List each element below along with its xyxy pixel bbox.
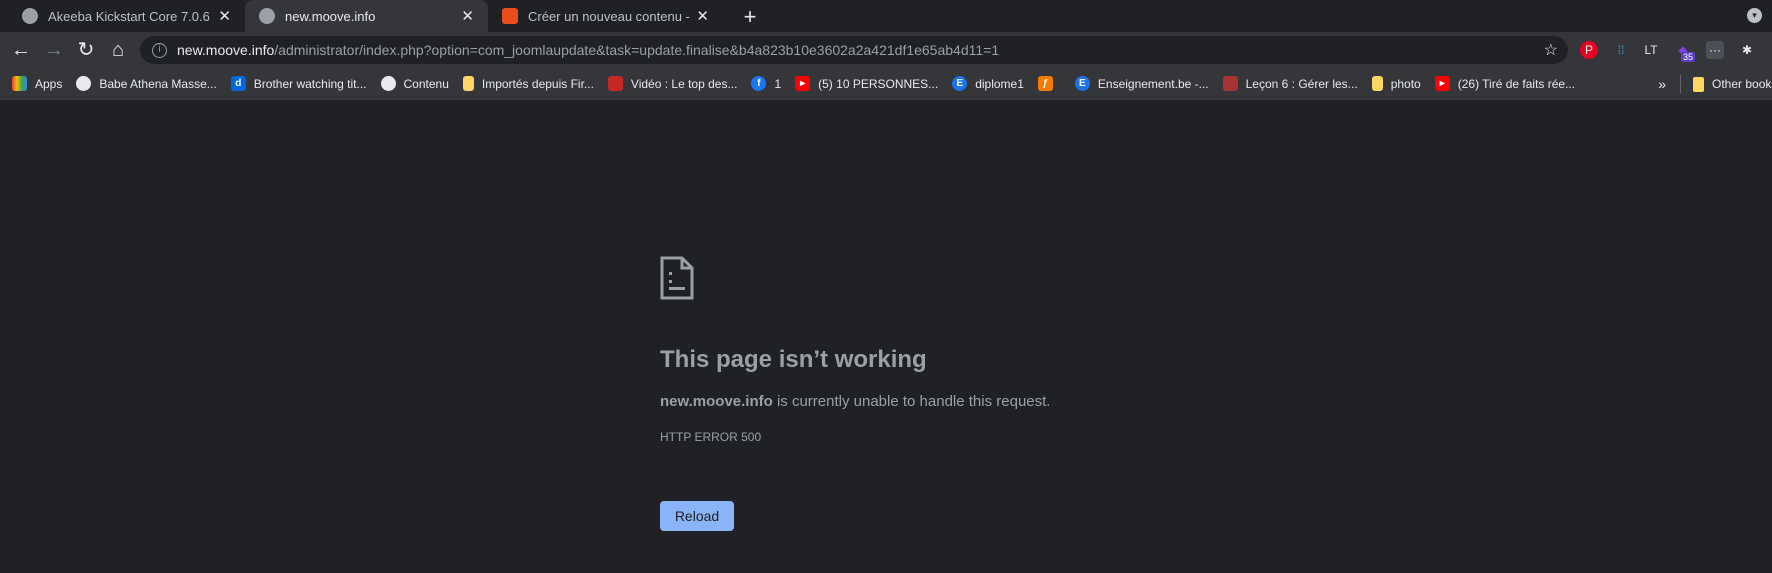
- error-message: is currently unable to handle this reque…: [772, 393, 1051, 410]
- tab-search-icon[interactable]: ▾: [1747, 8, 1762, 23]
- site-icon: [607, 76, 623, 91]
- bookmark-label: Enseignement.be -...: [1097, 76, 1209, 91]
- forward-button[interactable]: →: [42, 38, 66, 62]
- bookmark-label: photo: [1390, 76, 1421, 91]
- bookmarks-overflow: » Other bookmarks: [1658, 68, 1772, 100]
- languagetool-extension-icon[interactable]: LT: [1642, 41, 1660, 59]
- error-host: new.moove.info: [660, 393, 773, 410]
- bookmark-label: (5) 10 PERSONNES...: [818, 76, 939, 91]
- bookmark-item[interactable]: d Brother watching tit...: [230, 76, 367, 91]
- sad-page-icon: [660, 256, 694, 305]
- bookmark-item[interactable]: E Enseignement.be -...: [1074, 76, 1209, 91]
- reload-icon[interactable]: ↻: [74, 38, 98, 62]
- bookmark-item[interactable]: ƒ: [1037, 76, 1061, 91]
- bookmark-label: Apps: [35, 76, 63, 91]
- forum-favicon-icon: [502, 8, 518, 24]
- site-icon: [1222, 76, 1238, 91]
- tab-new-moove[interactable]: new.moove.info ✕: [245, 0, 488, 32]
- more-extension-icon[interactable]: ···: [1706, 41, 1724, 59]
- error-code: HTTP ERROR 500: [660, 430, 762, 444]
- apps-grid-icon: [12, 76, 27, 91]
- bookmark-label: (26) Tiré de faits rée...: [1457, 76, 1576, 91]
- bookmark-item[interactable]: Leçon 6 : Gérer les...: [1222, 76, 1358, 91]
- close-tab-icon[interactable]: ✕: [218, 7, 231, 25]
- divider: [1680, 75, 1681, 93]
- dailymotion-icon: d: [230, 76, 246, 91]
- globe-icon: [380, 76, 396, 91]
- tab-title: Akeeba Kickstart Core 7.0.6: [48, 8, 210, 24]
- extension-badge: 35: [1681, 52, 1696, 62]
- bookmark-label: diplome1: [975, 76, 1024, 91]
- close-tab-icon[interactable]: ✕: [461, 7, 474, 25]
- url-path: /administrator/index.php?option=com_joom…: [274, 42, 1000, 58]
- globe-icon: [22, 8, 38, 24]
- error-description: new.moove.info is currently unable to ha…: [660, 393, 1050, 410]
- other-bookmarks[interactable]: Other bookmarks: [1712, 77, 1772, 91]
- e-icon: E: [1074, 76, 1090, 91]
- bookmark-label: Babe Athena Masse...: [99, 76, 217, 91]
- error-title: This page isn’t working: [660, 346, 927, 373]
- bookmark-apps[interactable]: Apps: [12, 76, 62, 91]
- tab-strip: Akeeba Kickstart Core 7.0.6 ✕ new.moove.…: [0, 0, 1772, 32]
- bookmark-item[interactable]: f1: [751, 76, 781, 91]
- reload-button[interactable]: Reload: [660, 501, 734, 531]
- bookmark-item[interactable]: Vidéo : Le top des...: [607, 76, 738, 91]
- folder-icon: [1693, 76, 1704, 92]
- address-bar[interactable]: i new.moove.info/administrator/index.php…: [140, 36, 1568, 64]
- bookmark-label: Contenu: [403, 76, 449, 91]
- folder-icon: [462, 76, 474, 91]
- info-icon[interactable]: i: [152, 42, 167, 58]
- bookmark-item[interactable]: Babe Athena Masse...: [76, 76, 217, 91]
- bookmark-item[interactable]: Ediplome1: [952, 76, 1024, 91]
- tab-title: new.moove.info: [285, 8, 376, 24]
- extensions-puzzle-icon[interactable]: ✱: [1738, 41, 1756, 59]
- globe-icon: [76, 76, 92, 91]
- bookmark-label: Importés depuis Fir...: [481, 76, 594, 91]
- toolbar: ← → ↻ ⌂ i new.moove.info/administrator/i…: [0, 32, 1772, 68]
- bookmark-label: Brother watching tit...: [253, 76, 367, 91]
- pinterest-extension-icon[interactable]: P: [1580, 41, 1598, 59]
- url-host: new.moove.info: [177, 42, 275, 58]
- globe-icon: [259, 8, 275, 24]
- bookmark-label: Leçon 6 : Gérer les...: [1245, 76, 1358, 91]
- youtube-icon: ▸: [795, 76, 811, 91]
- bookmark-label: 1: [774, 76, 782, 91]
- folder-icon: [1371, 76, 1383, 91]
- bookmark-label: Vidéo : Le top des...: [630, 76, 738, 91]
- bookmark-star-icon[interactable]: ☆: [1544, 40, 1558, 60]
- tab-title: Créer un nouveau contenu - Forum: [528, 8, 690, 24]
- youtube-icon: ▸: [1434, 76, 1450, 91]
- home-icon[interactable]: ⌂: [106, 38, 130, 62]
- facebook-icon: f: [751, 76, 767, 91]
- new-tab-button[interactable]: +: [738, 4, 762, 30]
- e-icon: E: [952, 76, 968, 91]
- close-tab-icon[interactable]: ✕: [696, 7, 709, 25]
- grid-extension-icon[interactable]: ⁞⁞: [1612, 41, 1630, 59]
- bookmark-item[interactable]: Contenu: [380, 76, 449, 91]
- bookmark-item[interactable]: ▸ (26) Tiré de faits rée...: [1434, 76, 1576, 91]
- pdf-icon: ƒ: [1037, 76, 1053, 91]
- bookmark-folder[interactable]: photo: [1371, 76, 1421, 91]
- bookmarks-bar: Apps Babe Athena Masse... d Brother watch…: [0, 68, 1772, 100]
- back-button[interactable]: ←: [9, 38, 33, 62]
- tab-creer-contenu[interactable]: Créer un nouveau contenu - Forum ✕: [488, 0, 723, 32]
- bookmark-folder[interactable]: Importés depuis Fir...: [462, 76, 594, 91]
- tab-akeeba[interactable]: Akeeba Kickstart Core 7.0.6 ✕: [8, 0, 245, 32]
- bookmark-item[interactable]: ▸ (5) 10 PERSONNES...: [795, 76, 938, 91]
- bookmarks-more-button[interactable]: »: [1658, 76, 1666, 92]
